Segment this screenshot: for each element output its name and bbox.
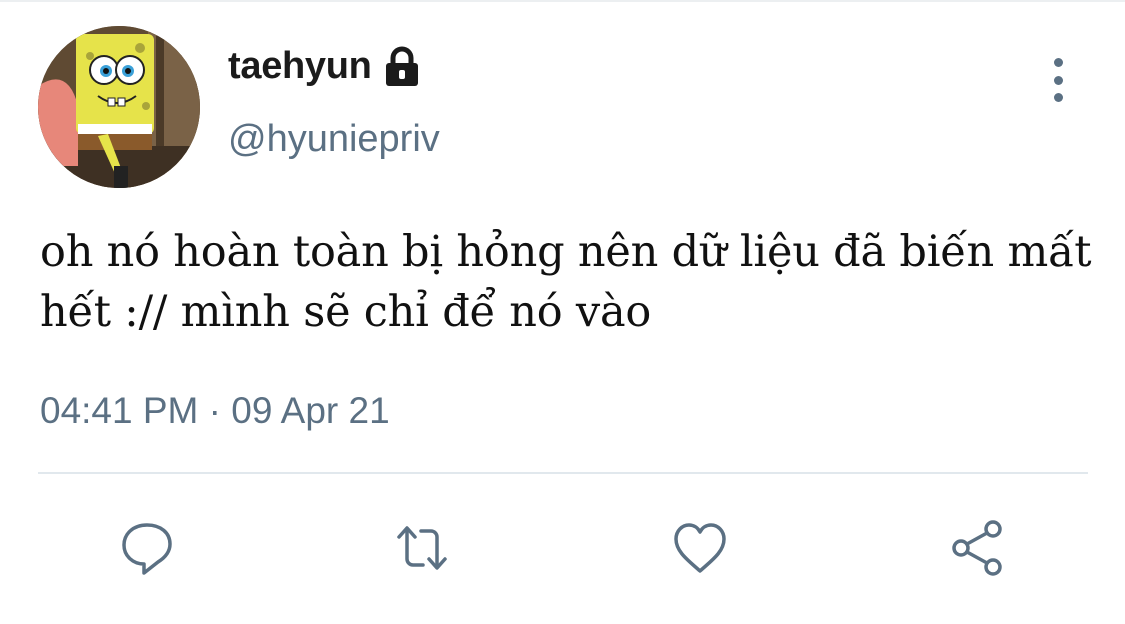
- more-vertical-icon: [1053, 58, 1063, 67]
- more-vertical-icon-dot: [1053, 93, 1063, 102]
- retweet-icon: [397, 526, 447, 570]
- reply-button[interactable]: [115, 516, 179, 580]
- display-name[interactable]: taehyun: [228, 45, 372, 88]
- lock-icon: [382, 46, 422, 88]
- user-handle[interactable]: @hyuniepriv: [228, 118, 440, 161]
- avatar[interactable]: [38, 26, 200, 188]
- like-button[interactable]: [668, 516, 732, 580]
- display-name-row[interactable]: taehyun: [228, 45, 422, 88]
- retweet-button[interactable]: [390, 516, 454, 580]
- top-divider: [0, 0, 1125, 2]
- spongebob-avatar-image: [38, 26, 200, 188]
- share-icon: [952, 520, 1002, 576]
- more-options-button[interactable]: [1040, 56, 1076, 104]
- share-button[interactable]: [946, 516, 1010, 580]
- more-vertical-icon-dot: [1053, 75, 1063, 85]
- action-divider: [38, 472, 1088, 474]
- tweet-timestamp[interactable]: 04:41 PM · 09 Apr 21: [40, 390, 390, 432]
- heart-icon: [674, 523, 726, 573]
- tweet-text: oh nó hoàn toàn bị hỏng nên dữ liệu đã b…: [40, 227, 1092, 337]
- reply-icon: [122, 523, 172, 575]
